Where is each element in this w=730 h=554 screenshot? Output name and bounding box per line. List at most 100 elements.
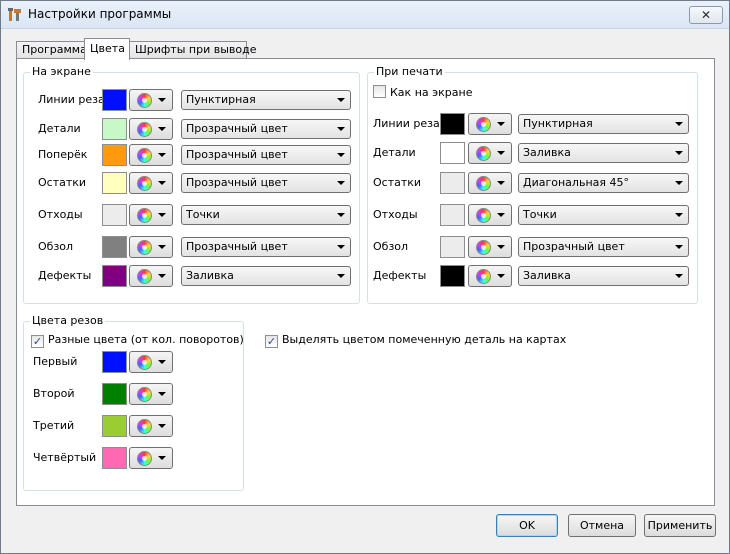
chevron-down-icon xyxy=(497,245,505,249)
close-button[interactable]: ✕ xyxy=(689,6,723,24)
color-swatch[interactable] xyxy=(440,172,465,194)
color-swatch[interactable] xyxy=(102,118,127,140)
fill-style-select[interactable]: Пунктирная xyxy=(518,114,689,134)
fill-style-select[interactable]: Заливка xyxy=(518,266,689,286)
fill-style-select[interactable]: Прозрачный цвет xyxy=(181,145,351,165)
chevron-down-icon xyxy=(497,213,505,217)
highlight-part-label: Выделять цветом помеченную деталь на кар… xyxy=(282,333,567,346)
chevron-down-icon xyxy=(675,151,683,155)
color-wheel-icon xyxy=(137,176,152,191)
color-swatch[interactable] xyxy=(102,265,127,287)
color-picker-button[interactable] xyxy=(468,172,512,194)
chevron-down-icon xyxy=(158,392,166,396)
color-swatch[interactable] xyxy=(102,447,127,469)
chevron-down-icon xyxy=(337,274,345,278)
color-swatch[interactable] xyxy=(440,265,465,287)
cancel-button[interactable]: Отмена xyxy=(568,514,636,537)
color-swatch[interactable] xyxy=(102,172,127,194)
color-picker-button[interactable] xyxy=(129,265,173,287)
color-swatch[interactable] xyxy=(440,236,465,258)
color-swatch[interactable] xyxy=(102,351,127,373)
color-picker-button[interactable] xyxy=(468,236,512,258)
fill-style-select[interactable]: Точки xyxy=(181,205,351,225)
color-swatch[interactable] xyxy=(440,142,465,164)
chevron-down-icon xyxy=(337,245,345,249)
highlight-part-checkbox[interactable]: ✓ Выделять цветом помеченную деталь на ка… xyxy=(265,333,566,348)
row-label: Линии реза xyxy=(38,93,105,106)
color-picker-button[interactable] xyxy=(129,236,173,258)
chevron-down-icon xyxy=(158,213,166,217)
color-swatch[interactable] xyxy=(102,204,127,226)
cut-group-title: Цвета резов xyxy=(30,314,106,327)
color-wheel-icon xyxy=(476,208,491,223)
fill-style-select[interactable]: Прозрачный цвет xyxy=(181,119,351,139)
chevron-down-icon xyxy=(497,151,505,155)
color-picker-button[interactable] xyxy=(129,118,173,140)
color-picker-button[interactable] xyxy=(129,415,173,437)
tab-colors[interactable]: Цвета xyxy=(84,38,130,60)
color-picker-button[interactable] xyxy=(129,144,173,166)
color-picker-button[interactable] xyxy=(129,447,173,469)
same-as-screen-checkbox[interactable]: Как на экране xyxy=(373,85,472,99)
color-picker-button[interactable] xyxy=(129,172,173,194)
color-picker-button[interactable] xyxy=(129,204,173,226)
color-picker-button[interactable] xyxy=(129,383,173,405)
chevron-down-icon xyxy=(675,245,683,249)
fill-style-select[interactable]: Заливка xyxy=(181,266,351,286)
color-swatch[interactable] xyxy=(440,204,465,226)
color-swatch[interactable] xyxy=(102,144,127,166)
title-bar[interactable]: Настройки программы ✕ xyxy=(1,1,729,29)
different-colors-label: Разные цвета (от кол. поворотов) xyxy=(48,333,244,346)
color-swatch[interactable] xyxy=(102,89,127,111)
fill-style-value: Точки xyxy=(186,208,220,221)
chevron-down-icon xyxy=(337,153,345,157)
fill-style-value: Заливка xyxy=(523,269,571,282)
row-label: Второй xyxy=(33,387,75,400)
fill-style-select[interactable]: Диагональная 45° xyxy=(518,173,689,193)
chevron-down-icon xyxy=(158,127,166,131)
row-label: Детали xyxy=(38,122,81,135)
row-label: Четвёртый xyxy=(33,451,97,464)
close-icon: ✕ xyxy=(700,8,712,22)
fill-style-value: Прозрачный цвет xyxy=(186,148,288,161)
fill-style-select[interactable]: Пунктирная xyxy=(181,90,351,110)
color-wheel-icon xyxy=(137,269,152,284)
color-swatch[interactable] xyxy=(440,113,465,135)
color-picker-button[interactable] xyxy=(129,89,173,111)
fill-style-select[interactable]: Прозрачный цвет xyxy=(181,173,351,193)
fill-style-select[interactable]: Прозрачный цвет xyxy=(518,237,689,257)
fill-style-value: Заливка xyxy=(523,146,571,159)
tab-program[interactable]: Программа xyxy=(16,41,87,59)
color-picker-button[interactable] xyxy=(468,142,512,164)
different-colors-box[interactable]: ✓ xyxy=(31,335,44,348)
print-group-title: При печати xyxy=(374,65,445,78)
ok-button[interactable]: OK xyxy=(496,514,558,537)
fill-style-select[interactable]: Заливка xyxy=(518,143,689,163)
different-colors-checkbox[interactable]: ✓ Разные цвета (от кол. поворотов) xyxy=(31,333,244,348)
color-picker-button[interactable] xyxy=(468,204,512,226)
row-label: Отходы xyxy=(373,208,418,221)
same-as-screen-label: Как на экране xyxy=(390,86,473,99)
tab-print-fonts[interactable]: Шрифты при выводе xyxy=(129,41,256,59)
color-swatch[interactable] xyxy=(102,236,127,258)
highlight-part-box[interactable]: ✓ xyxy=(265,335,278,348)
chevron-down-icon xyxy=(675,213,683,217)
chevron-down-icon xyxy=(158,181,166,185)
apply-button[interactable]: Применить xyxy=(644,514,716,537)
fill-style-value: Прозрачный цвет xyxy=(186,176,288,189)
fill-style-value: Пунктирная xyxy=(186,93,256,106)
fill-style-select[interactable]: Точки xyxy=(518,205,689,225)
settings-dialog: Настройки программы ✕ Программа Цвета Шр… xyxy=(0,0,730,554)
row-label: Поперёк xyxy=(38,148,88,161)
color-picker-button[interactable] xyxy=(468,113,512,135)
color-wheel-icon xyxy=(476,269,491,284)
color-swatch[interactable] xyxy=(102,383,127,405)
color-wheel-icon xyxy=(476,146,491,161)
fill-style-select[interactable]: Прозрачный цвет xyxy=(181,237,351,257)
color-swatch[interactable] xyxy=(102,415,127,437)
color-picker-button[interactable] xyxy=(468,265,512,287)
settings-tools-icon xyxy=(8,8,21,21)
same-as-screen-box[interactable] xyxy=(373,85,386,98)
color-picker-button[interactable] xyxy=(129,351,173,373)
fill-style-value: Прозрачный цвет xyxy=(186,240,288,253)
